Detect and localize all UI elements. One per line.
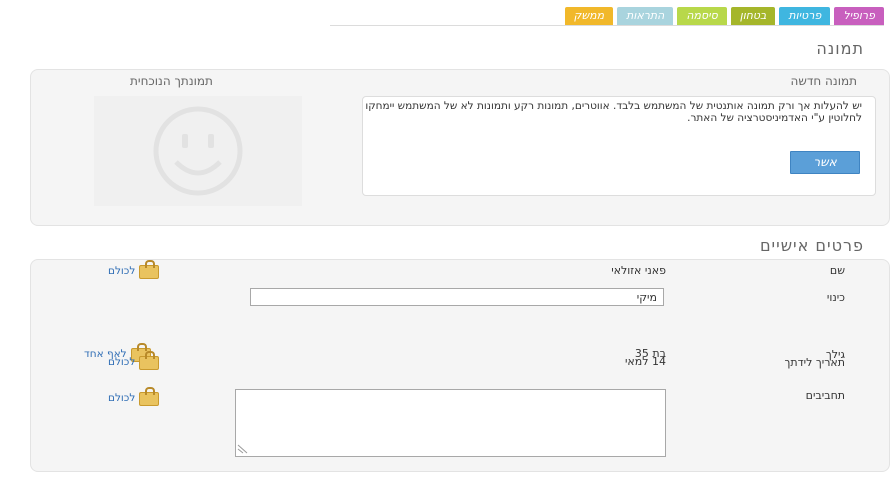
hobbies-privacy-text: לכולם [108, 391, 136, 404]
new-photo-label: תמונה חדשה [790, 74, 858, 88]
birthday-label: תאריך לידתך [784, 356, 845, 369]
smiley-placeholder-icon [153, 106, 243, 196]
current-avatar [94, 96, 302, 206]
name-privacy-text: לכולם [108, 264, 136, 277]
name-value: פאני אזולאי [611, 264, 666, 277]
hobbies-label: תחביבים [805, 389, 845, 402]
birthday-privacy-text: לכולם [108, 355, 136, 368]
tab-password[interactable]: סיסמה [677, 7, 727, 25]
upload-instructions: יש להעלות אך ורק תמונה אותנטית של המשתמש… [365, 100, 862, 124]
tab-underline [330, 25, 884, 26]
personal-section-title: פרטים אישיים [759, 236, 864, 255]
tab-privacy[interactable]: פרטיות [779, 7, 831, 25]
tab-interface[interactable]: ממשק [564, 7, 614, 25]
birthday-privacy-toggle[interactable]: לכולם [108, 351, 160, 370]
photo-section-title: תמונה [816, 39, 864, 58]
hobbies-textarea[interactable] [235, 389, 666, 457]
tab-notifications[interactable]: התראות [617, 7, 674, 25]
tab-profile[interactable]: פרופיל [834, 7, 884, 25]
confirm-button[interactable]: אשר [790, 151, 860, 174]
birthday-value: 14 למאי [624, 355, 666, 368]
lock-icon [139, 351, 160, 370]
name-privacy-toggle[interactable]: לכולם [108, 260, 160, 279]
resize-grip-icon[interactable] [237, 442, 249, 454]
lock-icon [139, 260, 160, 279]
tab-bar: פרופיל פרטיות בטחון סיסמה התראות ממשק [564, 7, 884, 25]
hobbies-privacy-toggle[interactable]: לכולם [108, 387, 160, 406]
nickname-label: כינוי [826, 291, 845, 304]
tab-security[interactable]: בטחון [730, 7, 776, 25]
lock-icon [139, 387, 160, 406]
nickname-input[interactable]: מיקי [250, 288, 664, 306]
current-photo-label: תמונתך הנוכחית [130, 74, 213, 88]
name-label: שם [829, 264, 845, 277]
